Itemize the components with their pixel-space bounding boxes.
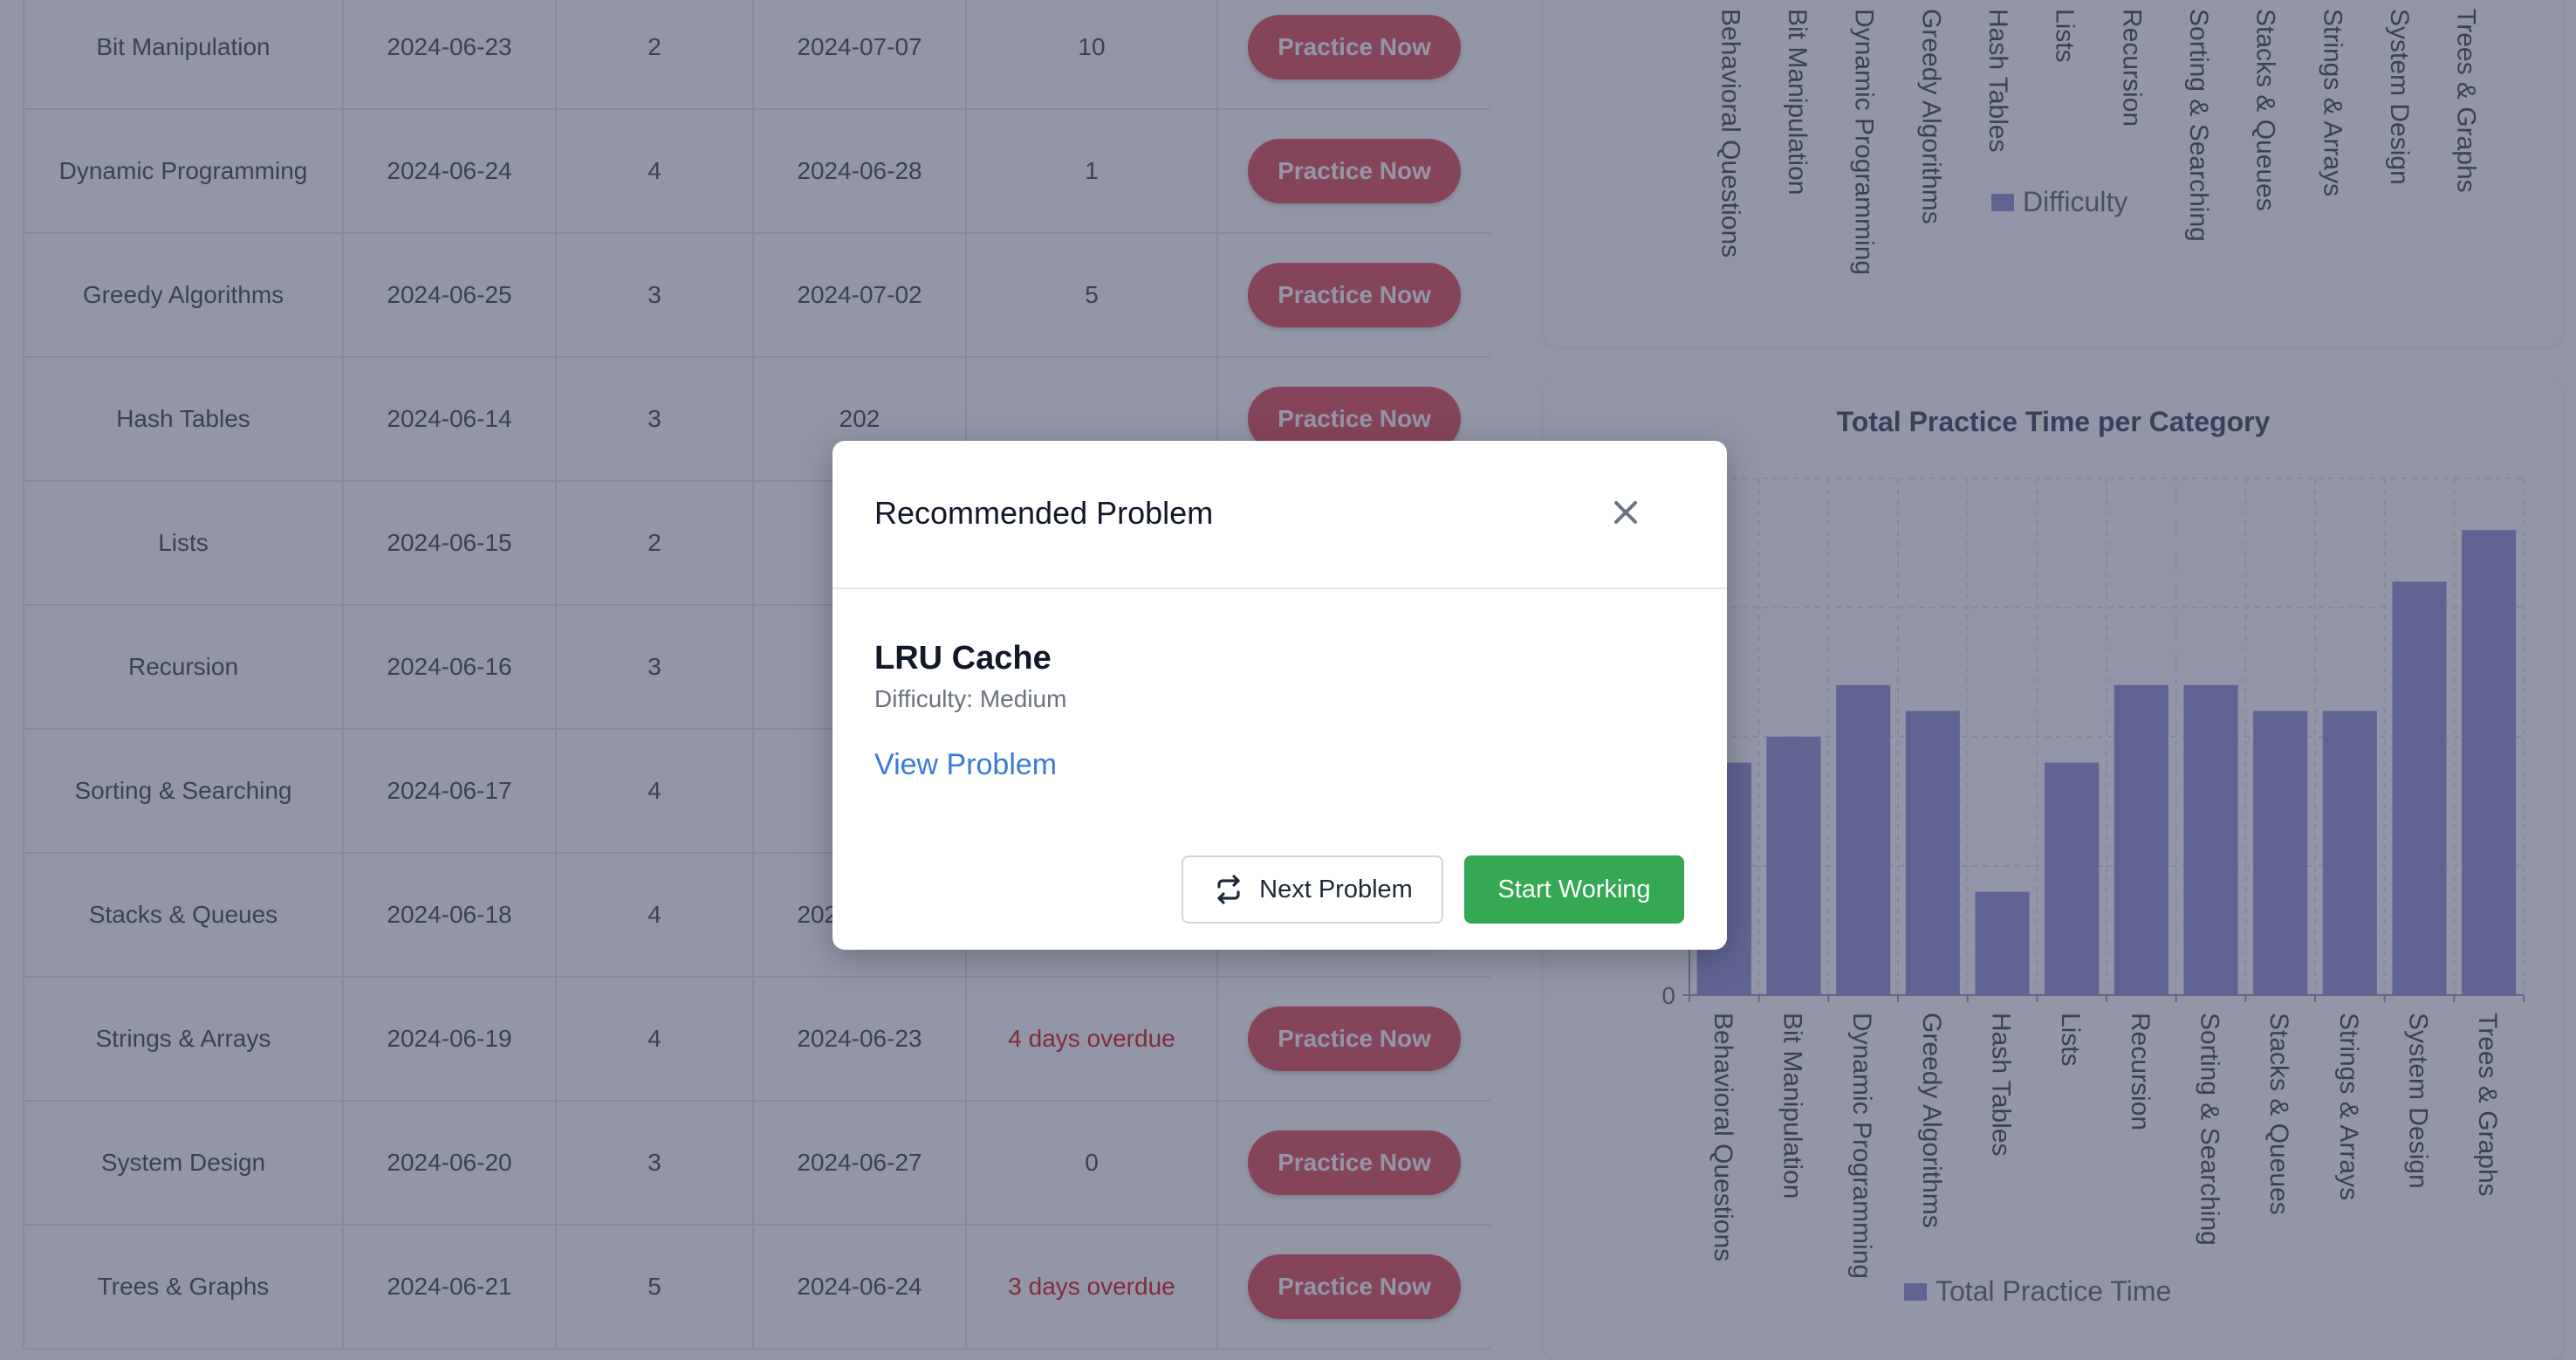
problem-name: LRU Cache — [874, 640, 1052, 677]
refresh-arrows-icon — [1217, 875, 1240, 904]
next-problem-label: Next Problem — [1259, 875, 1413, 903]
recommended-problem-modal: Recommended Problem LRU Cache Difficulty… — [832, 441, 1727, 950]
close-icon — [1614, 501, 1637, 524]
start-working-button[interactable]: Start Working — [1464, 855, 1684, 924]
problem-difficulty: Difficulty: Medium — [874, 685, 1067, 712]
modal-title: Recommended Problem — [874, 495, 1214, 531]
close-button[interactable] — [1608, 495, 1643, 530]
next-problem-button[interactable]: Next Problem — [1182, 855, 1443, 924]
modal-header: Recommended Problem — [832, 441, 1727, 589]
view-problem-link[interactable]: View Problem — [874, 748, 1057, 782]
